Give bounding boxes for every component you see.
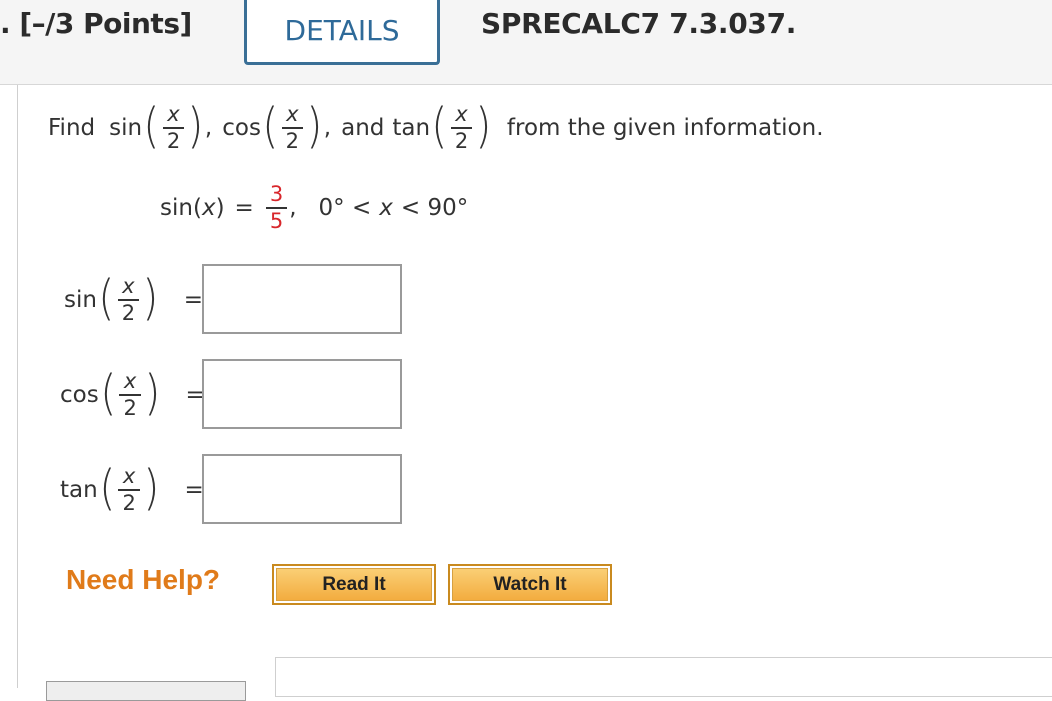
question-header: . [–/3 Points] DETAILS SPRECALC7 7.3.037… (0, 0, 1052, 85)
fraction-x-over-2: x 2 (281, 104, 304, 152)
sin-half-answer-input[interactable] (202, 264, 402, 334)
problem-reference: SPRECALC7 7.3.037. (481, 7, 797, 40)
prompt-sin: sin (109, 115, 143, 141)
prompt-tan: tan (392, 115, 431, 141)
content-left-border (17, 85, 18, 688)
prompt-find: Find (48, 115, 96, 141)
read-it-button[interactable]: Read It (272, 564, 436, 605)
answer-row-tan: tan ( x 2 ) = (60, 460, 204, 516)
points-label: . [–/3 Points] (0, 7, 192, 40)
prompt-cos: cos (222, 115, 261, 141)
answer-label-tan: tan (60, 477, 98, 503)
cos-half-answer-input[interactable] (202, 359, 402, 429)
answer-label-sin: sin (64, 287, 97, 313)
answer-label-cos: cos (60, 382, 99, 408)
submit-button-partial[interactable] (46, 681, 246, 701)
tan-half-answer-input[interactable] (202, 454, 402, 524)
answer-row-sin: sin ( x 2 ) = (64, 270, 204, 326)
prompt-from-given: from the given information. (506, 115, 824, 141)
fraction-x-over-2: x 2 (162, 104, 185, 152)
bottom-panel-partial (275, 657, 1052, 697)
details-tab[interactable]: DETAILS (244, 0, 440, 65)
prompt-and: and (341, 115, 385, 141)
answer-row-cos: cos ( x 2 ) = (60, 365, 205, 421)
need-help-label: Need Help? (66, 564, 221, 595)
fraction-x-over-2: x 2 (450, 104, 473, 152)
given-information: sin(x) = 3 5 , 0° < x < 90° (160, 182, 469, 233)
given-fraction: 3 5 (265, 184, 288, 232)
question-prompt: Find sin ( x 2 ) , cos ( x 2 ) , and tan… (48, 98, 824, 154)
watch-it-button[interactable]: Watch It (448, 564, 612, 605)
